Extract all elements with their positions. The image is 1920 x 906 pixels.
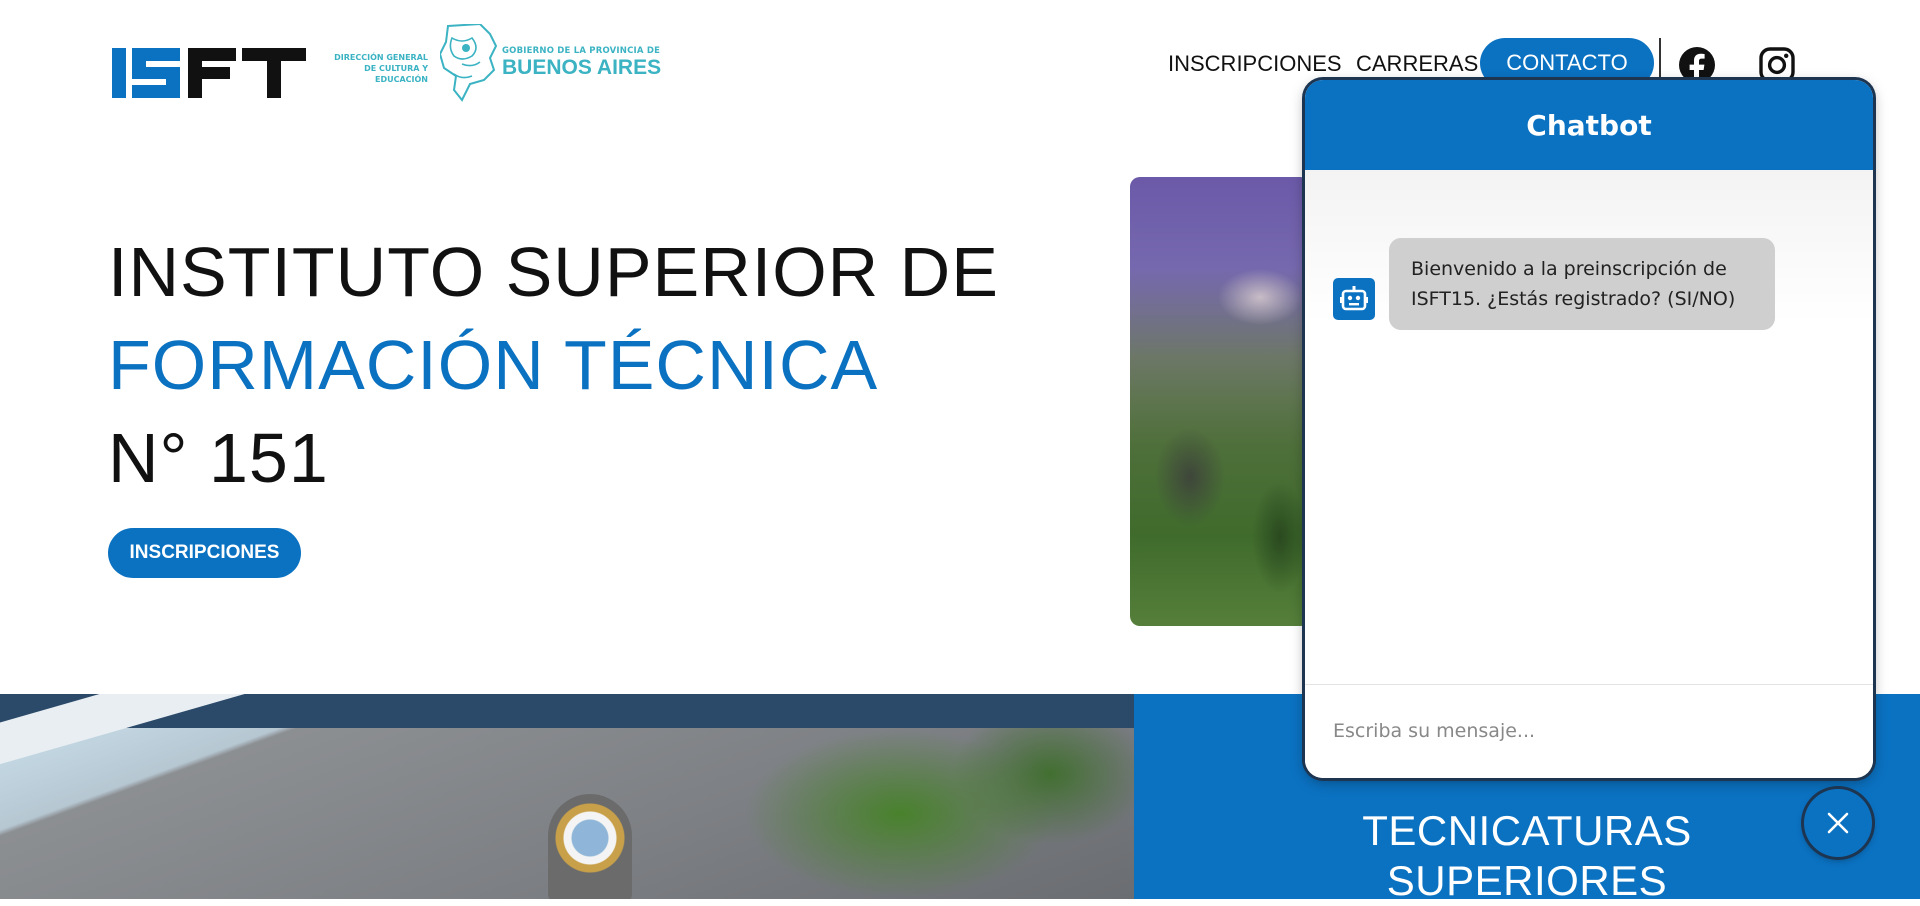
- isft-logo[interactable]: [112, 44, 306, 102]
- nav-inscripciones-link[interactable]: INSCRIPCIONES: [1168, 52, 1342, 76]
- section-title-line-1: TECNICATURAS: [1362, 807, 1692, 854]
- bot-message-bubble: Bienvenido a la preinscripción de ISFT15…: [1389, 238, 1775, 330]
- hero-students-photo: [1130, 177, 1310, 626]
- pba-logo-text: GOBIERNO DE LA PROVINCIA DE BUENOS AIRES: [502, 46, 662, 79]
- chat-message-input[interactable]: [1331, 707, 1851, 755]
- hero-inscripciones-button[interactable]: INSCRIPCIONES: [108, 528, 301, 578]
- chat-input-row: [1305, 684, 1873, 778]
- coat-of-arms-emblem: [548, 794, 632, 899]
- building-photo: [0, 694, 1134, 899]
- nav-carreras-link[interactable]: CARRERAS: [1356, 52, 1478, 76]
- chat-messages[interactable]: Bienvenido a la preinscripción de ISFT15…: [1305, 170, 1873, 684]
- hero-title-line-1: INSTITUTO SUPERIOR DE: [108, 233, 999, 311]
- chatbot-close-button[interactable]: [1804, 789, 1872, 857]
- robot-icon: [1333, 278, 1375, 320]
- close-icon: [1827, 812, 1849, 834]
- buenos-aires-map-icon: [440, 24, 498, 102]
- chatbot-header: Chatbot: [1305, 80, 1873, 170]
- facebook-icon[interactable]: [1678, 46, 1716, 84]
- hero-title-line-2: FORMACIÓN TÉCNICA: [108, 326, 879, 404]
- dgce-logo-text: DIRECCIÓN GENERAL DE CULTURA Y EDUCACIÓN: [334, 53, 428, 84]
- hero-title-line-3: N° 151: [108, 419, 329, 497]
- instagram-icon[interactable]: [1758, 46, 1796, 84]
- chatbot-window: Chatbot Bienvenido a la preinscripción d…: [1305, 80, 1873, 778]
- chatbot-title: Chatbot: [1526, 108, 1652, 142]
